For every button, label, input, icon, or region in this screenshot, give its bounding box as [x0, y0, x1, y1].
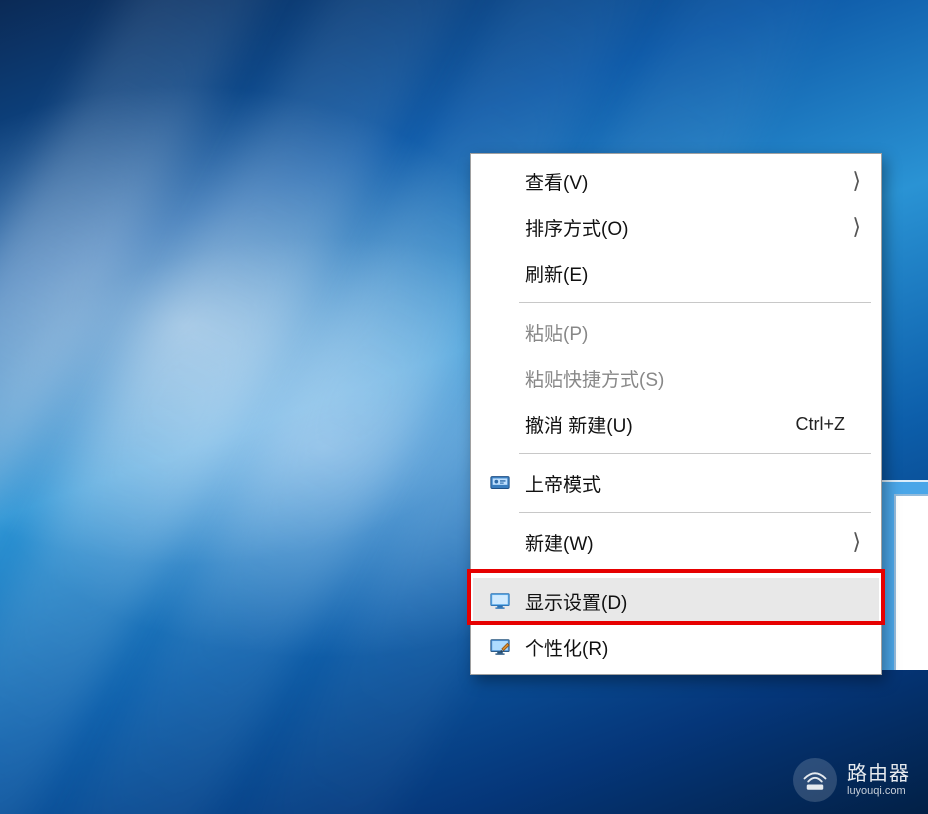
menu-separator	[519, 453, 871, 454]
light-ray	[0, 0, 315, 814]
menu-item-label: 刷新(E)	[525, 260, 845, 287]
menu-item-sort[interactable]: 排序方式(O) ⟩	[473, 204, 879, 250]
control-panel-icon	[487, 470, 513, 496]
chevron-right-icon: ⟩	[852, 214, 861, 240]
menu-separator	[519, 571, 871, 572]
menu-item-label: 显示设置(D)	[525, 588, 845, 615]
desktop-context-menu: 查看(V) ⟩ 排序方式(O) ⟩ 刷新(E) 粘贴(P) 粘贴快捷方式(S) …	[470, 153, 882, 675]
menu-item-label: 上帝模式	[525, 470, 845, 497]
menu-item-paste: 粘贴(P)	[473, 309, 879, 355]
watermark-title: 路由器	[847, 763, 910, 785]
menu-separator	[519, 512, 871, 513]
watermark-sub: luyouqi.com	[847, 785, 910, 797]
chevron-right-icon: ⟩	[852, 529, 861, 555]
chevron-right-icon: ⟩	[852, 168, 861, 194]
menu-item-label: 查看(V)	[525, 168, 845, 195]
watermark: 路由器 luyouqi.com	[793, 758, 910, 802]
window-edge-decoration	[880, 480, 928, 670]
menu-item-label: 新建(W)	[525, 529, 845, 556]
desktop-background[interactable]: 查看(V) ⟩ 排序方式(O) ⟩ 刷新(E) 粘贴(P) 粘贴快捷方式(S) …	[0, 0, 928, 814]
router-icon	[793, 758, 837, 802]
menu-item-view[interactable]: 查看(V) ⟩	[473, 158, 879, 204]
menu-item-paste-shortcut: 粘贴快捷方式(S)	[473, 355, 879, 401]
menu-item-god-mode[interactable]: 上帝模式	[473, 460, 879, 506]
light-ray	[0, 0, 515, 814]
menu-item-label: 粘贴快捷方式(S)	[525, 365, 845, 392]
menu-item-refresh[interactable]: 刷新(E)	[473, 250, 879, 296]
menu-item-shortcut: Ctrl+Z	[796, 414, 846, 435]
menu-item-label: 撤消 新建(U)	[525, 411, 796, 438]
menu-item-new[interactable]: 新建(W) ⟩	[473, 519, 879, 565]
personalize-icon	[487, 634, 513, 660]
menu-item-display-settings[interactable]: 显示设置(D)	[473, 578, 879, 624]
menu-item-undo-new[interactable]: 撤消 新建(U) Ctrl+Z	[473, 401, 879, 447]
monitor-icon	[487, 588, 513, 614]
menu-separator	[519, 302, 871, 303]
menu-item-label: 个性化(R)	[525, 634, 845, 661]
menu-item-label: 粘贴(P)	[525, 319, 845, 346]
menu-item-label: 排序方式(O)	[525, 214, 845, 241]
menu-item-personalize[interactable]: 个性化(R)	[473, 624, 879, 670]
